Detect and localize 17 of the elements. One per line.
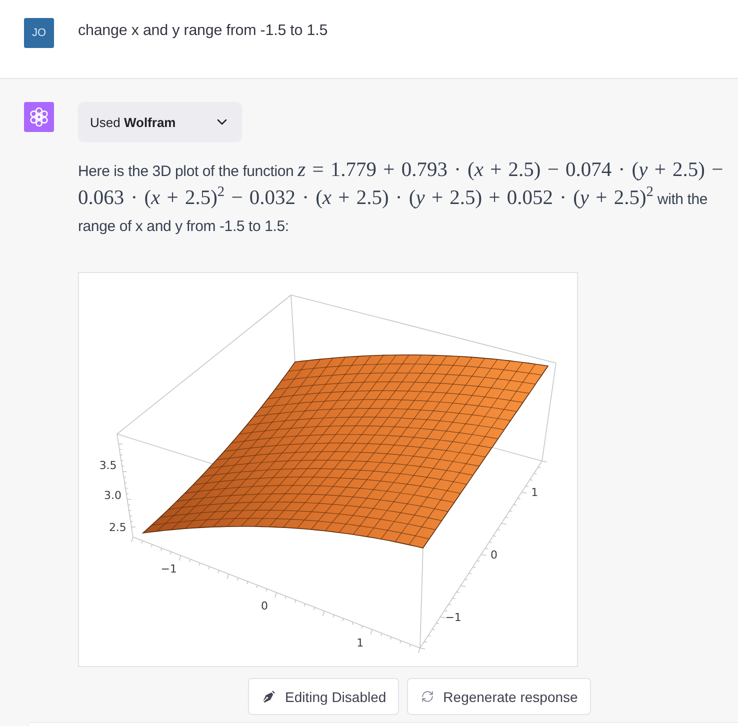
knot-logo-icon bbox=[24, 102, 54, 132]
user-avatar: JO bbox=[24, 18, 54, 48]
axis-tick-label: 2.5 bbox=[108, 521, 126, 534]
axis-tick-label: 3.0 bbox=[104, 489, 122, 502]
plugin-dropdown[interactable]: Used Wolfram bbox=[78, 102, 242, 142]
axis-tick-label: 1 bbox=[531, 486, 538, 500]
response-text: Here is the 3D plot of the function z = 1.779 + 0.793 · (x + 2.5) − 0.074 · (y + 2.5) − 0.063 · (x + 2.5)$^{2}$ − 0.032 · (x + 2.5) · (y + 2.5) + 0.052 · (y + 2.5)$^{2}$ with the range of x and y from -1.5 to 1.5: bbox=[78, 158, 724, 237]
regenerate-button[interactable]: Regenerate response bbox=[407, 678, 591, 715]
refresh-icon bbox=[421, 690, 434, 703]
axis-tick-label: 3.5 bbox=[99, 459, 117, 472]
axis-tick-label: −1 bbox=[445, 610, 462, 624]
axis-tick-label: −1 bbox=[160, 562, 177, 576]
pen-nib-icon bbox=[262, 690, 276, 704]
user-message-text: change x and y range from -1.5 to 1.5 bbox=[78, 21, 328, 41]
axis-tick-label: 0 bbox=[261, 600, 268, 612]
axis-tick-label: 0 bbox=[490, 548, 498, 562]
axis-tick-label: 1 bbox=[356, 636, 364, 650]
